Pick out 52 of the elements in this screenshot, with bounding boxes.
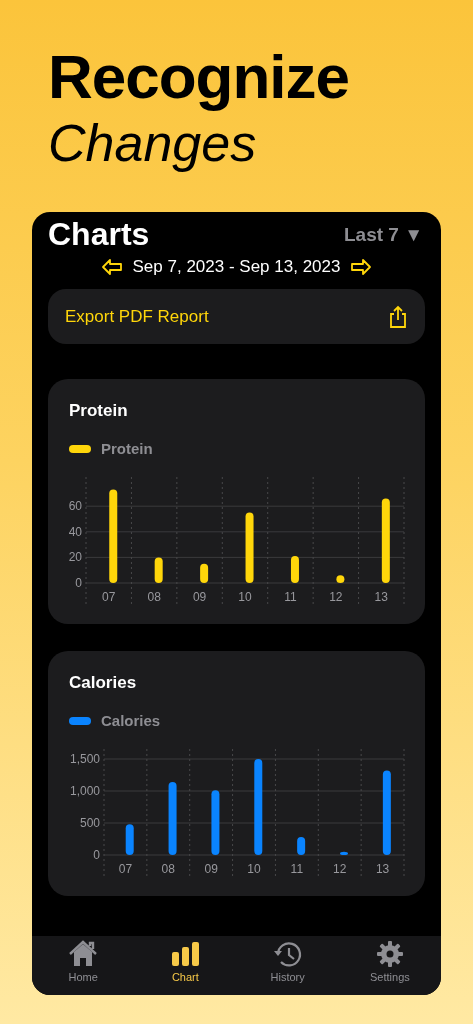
- axis-tick-label: 60: [68, 499, 82, 514]
- axis-category-label: 10: [247, 862, 261, 876]
- tab-bar-item[interactable]: History: [247, 940, 328, 995]
- axis-category-label: 08: [161, 862, 175, 876]
- chart-bar: [125, 824, 134, 855]
- chart-title: Calories: [68, 673, 138, 693]
- chart-bar: [211, 790, 220, 855]
- chart-bar: [245, 512, 254, 583]
- axis-category-label: 08: [147, 590, 161, 604]
- axis-category-label: 13: [375, 862, 390, 876]
- axis-category-label: 10: [238, 590, 252, 604]
- chart-bar: [154, 557, 163, 583]
- legend-label: Protein: [101, 440, 153, 457]
- tab-bar-item[interactable]: Chart: [145, 940, 226, 995]
- axis-tick-label: 0: [93, 848, 100, 862]
- chart-bar: [200, 563, 209, 583]
- axis-tick-label: 1,000: [69, 784, 100, 798]
- legend-label: Calories: [101, 712, 161, 729]
- axis-category-label: 12: [329, 590, 343, 604]
- export-button[interactable]: Export PDF Report: [48, 289, 425, 344]
- axis-category-label: 11: [290, 862, 304, 876]
- axis-category-label: 12: [333, 862, 347, 876]
- chart-bar: [290, 556, 299, 583]
- settings-icon: [374, 940, 405, 968]
- axis-category-label: 11: [284, 590, 297, 604]
- headline-subtitle: Changes: [48, 113, 258, 174]
- axis-tick-label: 0: [75, 576, 82, 590]
- history-icon: [272, 940, 303, 968]
- axis-tick-label: 40: [68, 524, 82, 539]
- axis-tick-label: 500: [79, 816, 100, 830]
- share-icon: [388, 304, 408, 329]
- left-arrow-icon[interactable]: [100, 258, 123, 276]
- axis-category-label: 07: [102, 590, 116, 604]
- tab-bar-item[interactable]: Home: [43, 940, 124, 995]
- axis-tick-label: 1,500: [69, 752, 100, 766]
- chart-title: Protein: [68, 401, 129, 421]
- date-range: Sep 7, 2023 - Sep 13, 2023: [132, 257, 341, 277]
- axis-tick-label: 20: [68, 550, 82, 565]
- headline-title: Recognize: [48, 42, 351, 112]
- axis-category-label: 07: [118, 862, 133, 876]
- range-picker[interactable]: Last 7 ▼: [344, 223, 423, 246]
- tab-bar-item[interactable]: Settings: [349, 940, 430, 995]
- chart-bar: [340, 851, 348, 855]
- axis-category-label: 09: [192, 590, 207, 604]
- chart-bar: [297, 837, 306, 855]
- axis-category-label: 13: [374, 590, 388, 604]
- chart-bar: [336, 575, 345, 583]
- screen-title: Charts: [48, 216, 150, 253]
- axis-category-label: 09: [204, 862, 218, 876]
- bar-chart-icon: [170, 940, 201, 968]
- home-icon: [68, 940, 99, 968]
- right-arrow-icon[interactable]: [350, 258, 373, 276]
